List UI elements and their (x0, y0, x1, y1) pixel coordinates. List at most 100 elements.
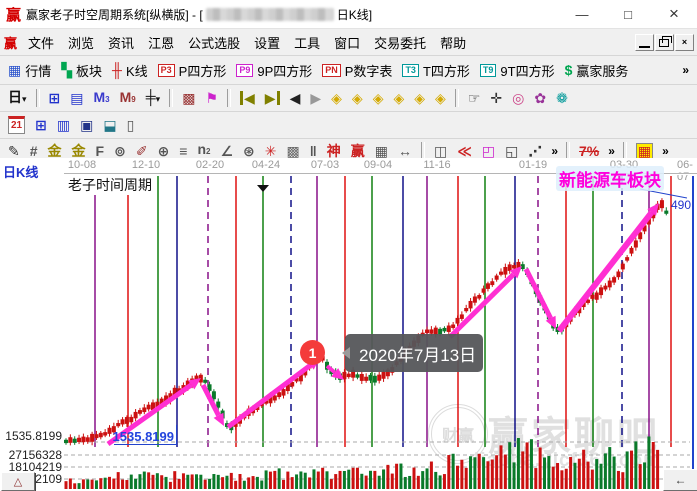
sector-annotation: 新能源车板块 (556, 166, 664, 191)
mouse-settings-button[interactable]: ⬓ (98, 116, 121, 134)
t-square-button[interactable]: T3T四方形 (397, 59, 474, 82)
minimize-button[interactable]: — (559, 0, 605, 28)
star-rays-button[interactable]: ✳ (260, 142, 282, 160)
gann-wheel-button[interactable]: ⊕ (153, 142, 175, 160)
close-button[interactable]: × (651, 0, 697, 28)
box-tool-button[interactable]: ◫ (429, 142, 452, 160)
volume-flag-button[interactable]: ⚑ (200, 89, 223, 107)
scale-3-button[interactable]: M3 (89, 88, 115, 109)
save-button[interactable]: ▣ (75, 116, 98, 134)
diamond-updown-button[interactable]: ◈ (368, 89, 389, 107)
menu-browse[interactable]: 浏览 (61, 30, 101, 55)
grid-rays-icon: ▩ (287, 144, 300, 158)
spiral-button[interactable]: ⊚ (109, 142, 131, 160)
pencil-ruler-icon: ✐ (136, 144, 148, 158)
teal-tool-button[interactable]: ❁ (551, 89, 573, 107)
gann-wheel-icon: ⊕ (158, 144, 170, 158)
diamond-all-button[interactable]: ◈ (430, 89, 451, 107)
menu-help[interactable]: 帮助 (433, 30, 473, 55)
menu-gann[interactable]: 江恩 (141, 30, 181, 55)
diamond-right-button[interactable]: ◈ (347, 89, 368, 107)
chart-tab-label[interactable]: 日K线 (3, 162, 38, 181)
maximize-button[interactable]: □ (605, 0, 651, 28)
last-bar-button[interactable]: ▶ (260, 89, 285, 107)
fib-lines-button[interactable]: F (91, 142, 110, 160)
crosshair-button[interactable]: ✛ (485, 89, 507, 107)
mdi-close-button[interactable]: × (675, 34, 694, 51)
menu-settings[interactable]: 设置 (247, 30, 287, 55)
next-bar-button[interactable]: ▶ (305, 89, 326, 107)
pencil-button[interactable]: ✎ (3, 142, 25, 160)
prev-bar-button[interactable]: ◀ (285, 89, 306, 107)
menu-formula-stock-pick[interactable]: 公式选股 (181, 30, 247, 55)
t9-square-button[interactable]: T99T四方形 (475, 59, 560, 82)
diamond-updown-icon: ◈ (373, 91, 384, 105)
menu-trade-entrust[interactable]: 交易委托 (367, 30, 433, 55)
candle-style-button[interactable]: ╪▾ (141, 88, 165, 108)
chip-distribution-button[interactable]: ▩ (177, 89, 200, 107)
calculator-button[interactable]: ⊞ (30, 116, 52, 134)
p-number-table-badge-icon: PN (322, 64, 341, 77)
golden-section-b-button[interactable]: 金 (67, 142, 91, 160)
kline-button[interactable]: ╫K线 (107, 59, 153, 82)
golden-section-a-button[interactable]: 金 (43, 142, 67, 160)
menu-file[interactable]: 文件 (21, 30, 61, 55)
p-square-button[interactable]: P3P四方形 (153, 59, 232, 82)
p-number-table-button[interactable]: PNP数字表 (317, 59, 397, 82)
calendar-button[interactable]: 21 (3, 114, 30, 136)
gann-fan-button[interactable]: ⊛ (238, 142, 260, 160)
ying-lines-button[interactable]: 赢 (346, 142, 370, 160)
overflow-chevron[interactable]: » (678, 63, 693, 77)
shen-lines-button[interactable]: 神 (322, 142, 346, 160)
p9-square-button[interactable]: P99P四方形 (231, 59, 317, 82)
box-rays-dark-button[interactable]: ◱ (500, 142, 523, 160)
overflow-chevron[interactable]: » (547, 144, 562, 158)
multi-window-button[interactable]: ⊞ (44, 89, 66, 107)
overflow-chevron[interactable]: » (604, 144, 619, 158)
menu-news[interactable]: 资讯 (101, 30, 141, 55)
drag-hand-button[interactable]: ☞ (463, 89, 486, 107)
time-cycles-button[interactable]: # (25, 142, 43, 160)
mdi-restore-button[interactable] (655, 34, 674, 51)
width-arrows-button[interactable]: ↔ (393, 142, 417, 160)
expand-pane-button[interactable]: △ (1, 472, 35, 491)
diamond-expand-button[interactable]: ◈ (388, 89, 409, 107)
menu-tools[interactable]: 工具 (287, 30, 327, 55)
period-day-button[interactable]: 日▾ (3, 88, 32, 108)
mobile-device-button[interactable]: ▯ (122, 116, 140, 134)
overflow-chevron[interactable]: » (658, 144, 673, 158)
thin-rays-button[interactable]: ⋰ (523, 142, 547, 160)
ruler-grid-button[interactable]: ▦ (370, 142, 393, 160)
scroll-left-button[interactable]: ← (663, 469, 697, 491)
event-marker-badge[interactable]: 1 (300, 340, 325, 365)
chart-canvas (0, 158, 697, 491)
purple-tool-icon: ✿ (534, 91, 546, 105)
quote-marks-button[interactable]: ‖ (305, 142, 322, 160)
fib-retrace-button[interactable]: 7% (574, 142, 604, 160)
angle-line-button[interactable]: ∠ (215, 142, 238, 160)
multi-window-icon: ⊞ (49, 91, 61, 105)
grid-rays-button[interactable]: ▩ (282, 142, 305, 160)
p-square-icon: P3 (158, 64, 175, 77)
pencil-ruler-button[interactable]: ✐ (131, 142, 153, 160)
box-rays-magenta-button[interactable]: ◰ (477, 142, 500, 160)
first-bar-button[interactable]: ◀ (235, 89, 260, 107)
winner-service-button[interactable]: $赢家服务 (560, 59, 634, 82)
notepad-button[interactable]: ▥ (52, 116, 75, 134)
date-tick: 10-08 (68, 159, 96, 171)
magnifier-button[interactable]: ◎ (507, 89, 529, 107)
sectors-button[interactable]: ▚板块 (56, 59, 107, 82)
diamond-compress-button[interactable]: ◈ (409, 89, 430, 107)
rays-red-button[interactable]: ≪ (452, 142, 477, 160)
scale-9-button[interactable]: M9 (115, 88, 141, 109)
purple-tool-button[interactable]: ✿ (529, 89, 551, 107)
shen-lines-icon: 神 (327, 144, 341, 158)
fib-retrace-icon: 7% (579, 144, 599, 158)
diamond-left-button[interactable]: ◈ (326, 89, 347, 107)
menu-window[interactable]: 窗口 (327, 30, 367, 55)
quotes-button[interactable]: ▦行情 (3, 59, 56, 82)
price-lines-button[interactable]: ≡ (174, 142, 192, 160)
info-card-button[interactable]: ▤ (65, 89, 88, 107)
mdi-minimize-button[interactable] (635, 34, 654, 51)
p9-square-label: 9P四方形 (257, 61, 312, 80)
